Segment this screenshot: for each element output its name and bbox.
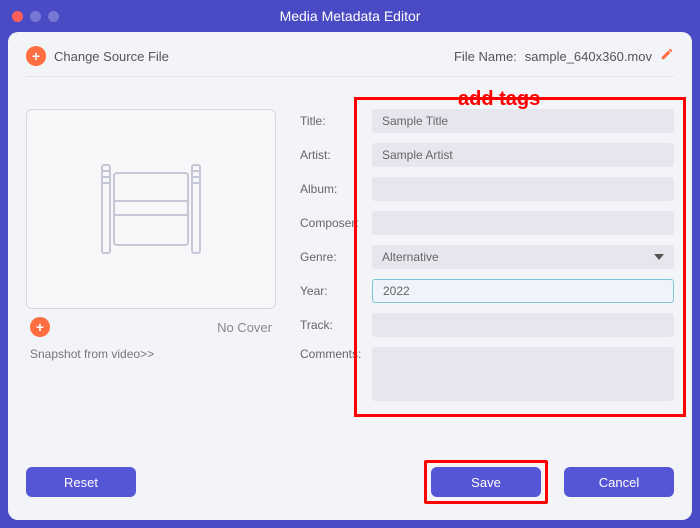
content-panel: + Change Source File File Name: sample_6… [8,32,692,520]
film-icon [101,164,201,254]
row-title: Title: [300,109,674,133]
no-cover-row: + No Cover [26,309,276,337]
row-year: Year: [300,279,674,303]
genre-select[interactable]: Alternative [372,245,674,269]
composer-label: Composer: [300,216,372,230]
header-row: + Change Source File File Name: sample_6… [26,46,674,77]
comments-input[interactable] [372,347,674,401]
cover-column: + No Cover Snapshot from video>> [26,109,276,411]
title-input[interactable] [372,109,674,133]
album-input[interactable] [372,177,674,201]
reset-button[interactable]: Reset [26,467,136,497]
change-source-button[interactable]: + Change Source File [26,46,169,66]
track-input[interactable] [372,313,674,337]
genre-label: Genre: [300,250,372,264]
edit-filename-icon[interactable] [660,47,674,66]
row-artist: Artist: [300,143,674,167]
filename-label: File Name: [454,49,517,64]
footer-right: Save Cancel [424,460,674,504]
save-button[interactable]: Save [431,467,541,497]
artist-input[interactable] [372,143,674,167]
filename-group: File Name: sample_640x360.mov [454,47,674,66]
track-label: Track: [300,318,372,332]
titlebar: Media Metadata Editor [0,0,700,32]
comments-label: Comments: [300,347,372,361]
annotation-add-tags: add tags [458,88,540,111]
title-label: Title: [300,114,372,128]
window-title: Media Metadata Editor [0,8,700,24]
year-input[interactable] [372,279,674,303]
artist-label: Artist: [300,148,372,162]
change-source-label: Change Source File [54,49,169,64]
snapshot-link[interactable]: Snapshot from video>> [26,337,276,361]
plus-icon: + [26,46,46,66]
row-track: Track: [300,313,674,337]
main-columns: + No Cover Snapshot from video>> Title: … [26,77,674,411]
chevron-down-icon [654,254,664,260]
cancel-button[interactable]: Cancel [564,467,674,497]
row-album: Album: [300,177,674,201]
composer-input[interactable] [372,211,674,235]
album-label: Album: [300,182,372,196]
add-cover-button[interactable]: + [30,317,50,337]
row-genre: Genre: Alternative [300,245,674,269]
footer: Reset Save Cancel [26,460,674,504]
row-composer: Composer: [300,211,674,235]
cover-preview [26,109,276,309]
year-label: Year: [300,284,372,298]
genre-value: Alternative [382,250,439,264]
row-comments: Comments: [300,347,674,401]
filename-value: sample_640x360.mov [525,49,652,64]
no-cover-label: No Cover [217,320,272,335]
annotation-save-highlight: Save [424,460,548,504]
form-column: Title: Artist: Album: Composer: Genre: A… [300,109,674,411]
